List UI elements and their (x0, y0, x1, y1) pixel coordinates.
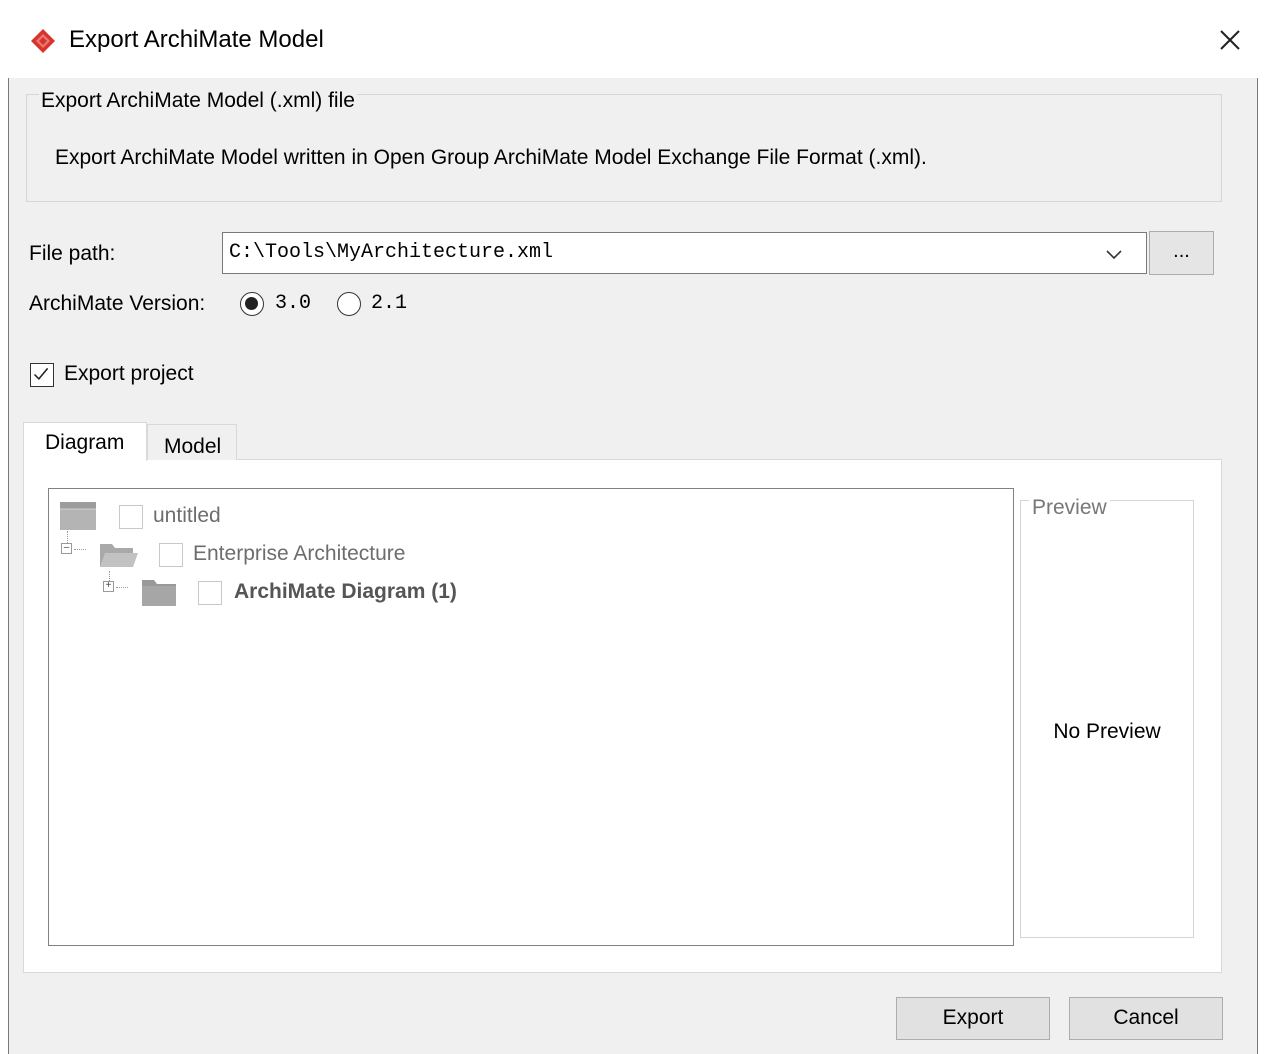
tree-item-enterprise-architecture[interactable]: Enterprise Architecture (99, 539, 599, 571)
chevron-down-icon[interactable] (1103, 244, 1125, 264)
description-legend: Export ArchiMate Model (.xml) file (39, 89, 357, 113)
file-path-combobox[interactable]: C:\Tools\MyArchitecture.xml (222, 232, 1147, 274)
tree-label-enterprise-architecture: Enterprise Architecture (193, 542, 406, 565)
project-icon (60, 502, 96, 530)
tab-model[interactable]: Model (147, 424, 237, 460)
version-radio-3-0[interactable] (240, 292, 264, 316)
title-bar: Export ArchiMate Model (8, 8, 1258, 78)
folder-open-icon (100, 544, 138, 567)
tree-label-archimate-diagram: ArchiMate Diagram (1) (234, 580, 457, 603)
tree-expand-toggle[interactable]: + (103, 581, 114, 592)
version-label: ArchiMate Version: (29, 292, 206, 315)
window-title: Export ArchiMate Model (69, 26, 324, 53)
tree-connector (74, 549, 86, 550)
checkmark-icon (33, 367, 49, 381)
tab-diagram[interactable]: Diagram (23, 422, 147, 461)
tree-item-untitled[interactable]: untitled (59, 501, 459, 533)
tree-item-archimate-diagram[interactable]: ArchiMate Diagram (1) (141, 577, 641, 609)
tree-checkbox-enterprise-architecture[interactable] (159, 543, 183, 567)
version-option-3-0: 3.0 (275, 292, 312, 315)
app-logo-icon (31, 29, 55, 53)
export-project-label: Export project (64, 362, 194, 385)
tree-checkbox-archimate-diagram[interactable] (198, 581, 222, 605)
diagram-tree[interactable]: untitled – Enterprise Architecture + Arc… (48, 488, 1014, 946)
preview-group (1020, 500, 1194, 938)
browse-button[interactable]: ... (1149, 231, 1214, 275)
close-icon[interactable] (1214, 24, 1246, 56)
cancel-button[interactable]: Cancel (1069, 997, 1223, 1040)
file-path-label: File path: (29, 242, 116, 265)
export-project-checkbox[interactable] (30, 363, 54, 387)
export-button[interactable]: Export (896, 997, 1050, 1040)
tree-label-untitled: untitled (153, 504, 221, 527)
description-text: Export ArchiMate Model written in Open G… (55, 146, 927, 169)
version-option-2-1: 2.1 (371, 292, 408, 315)
preview-legend: Preview (1029, 496, 1110, 520)
version-radio-2-1[interactable] (337, 292, 361, 316)
no-preview-text: No Preview (1053, 720, 1161, 743)
tree-collapse-toggle[interactable]: – (61, 543, 72, 554)
tree-checkbox-untitled[interactable] (119, 505, 143, 529)
folder-icon (142, 580, 176, 606)
tree-connector (116, 587, 128, 588)
